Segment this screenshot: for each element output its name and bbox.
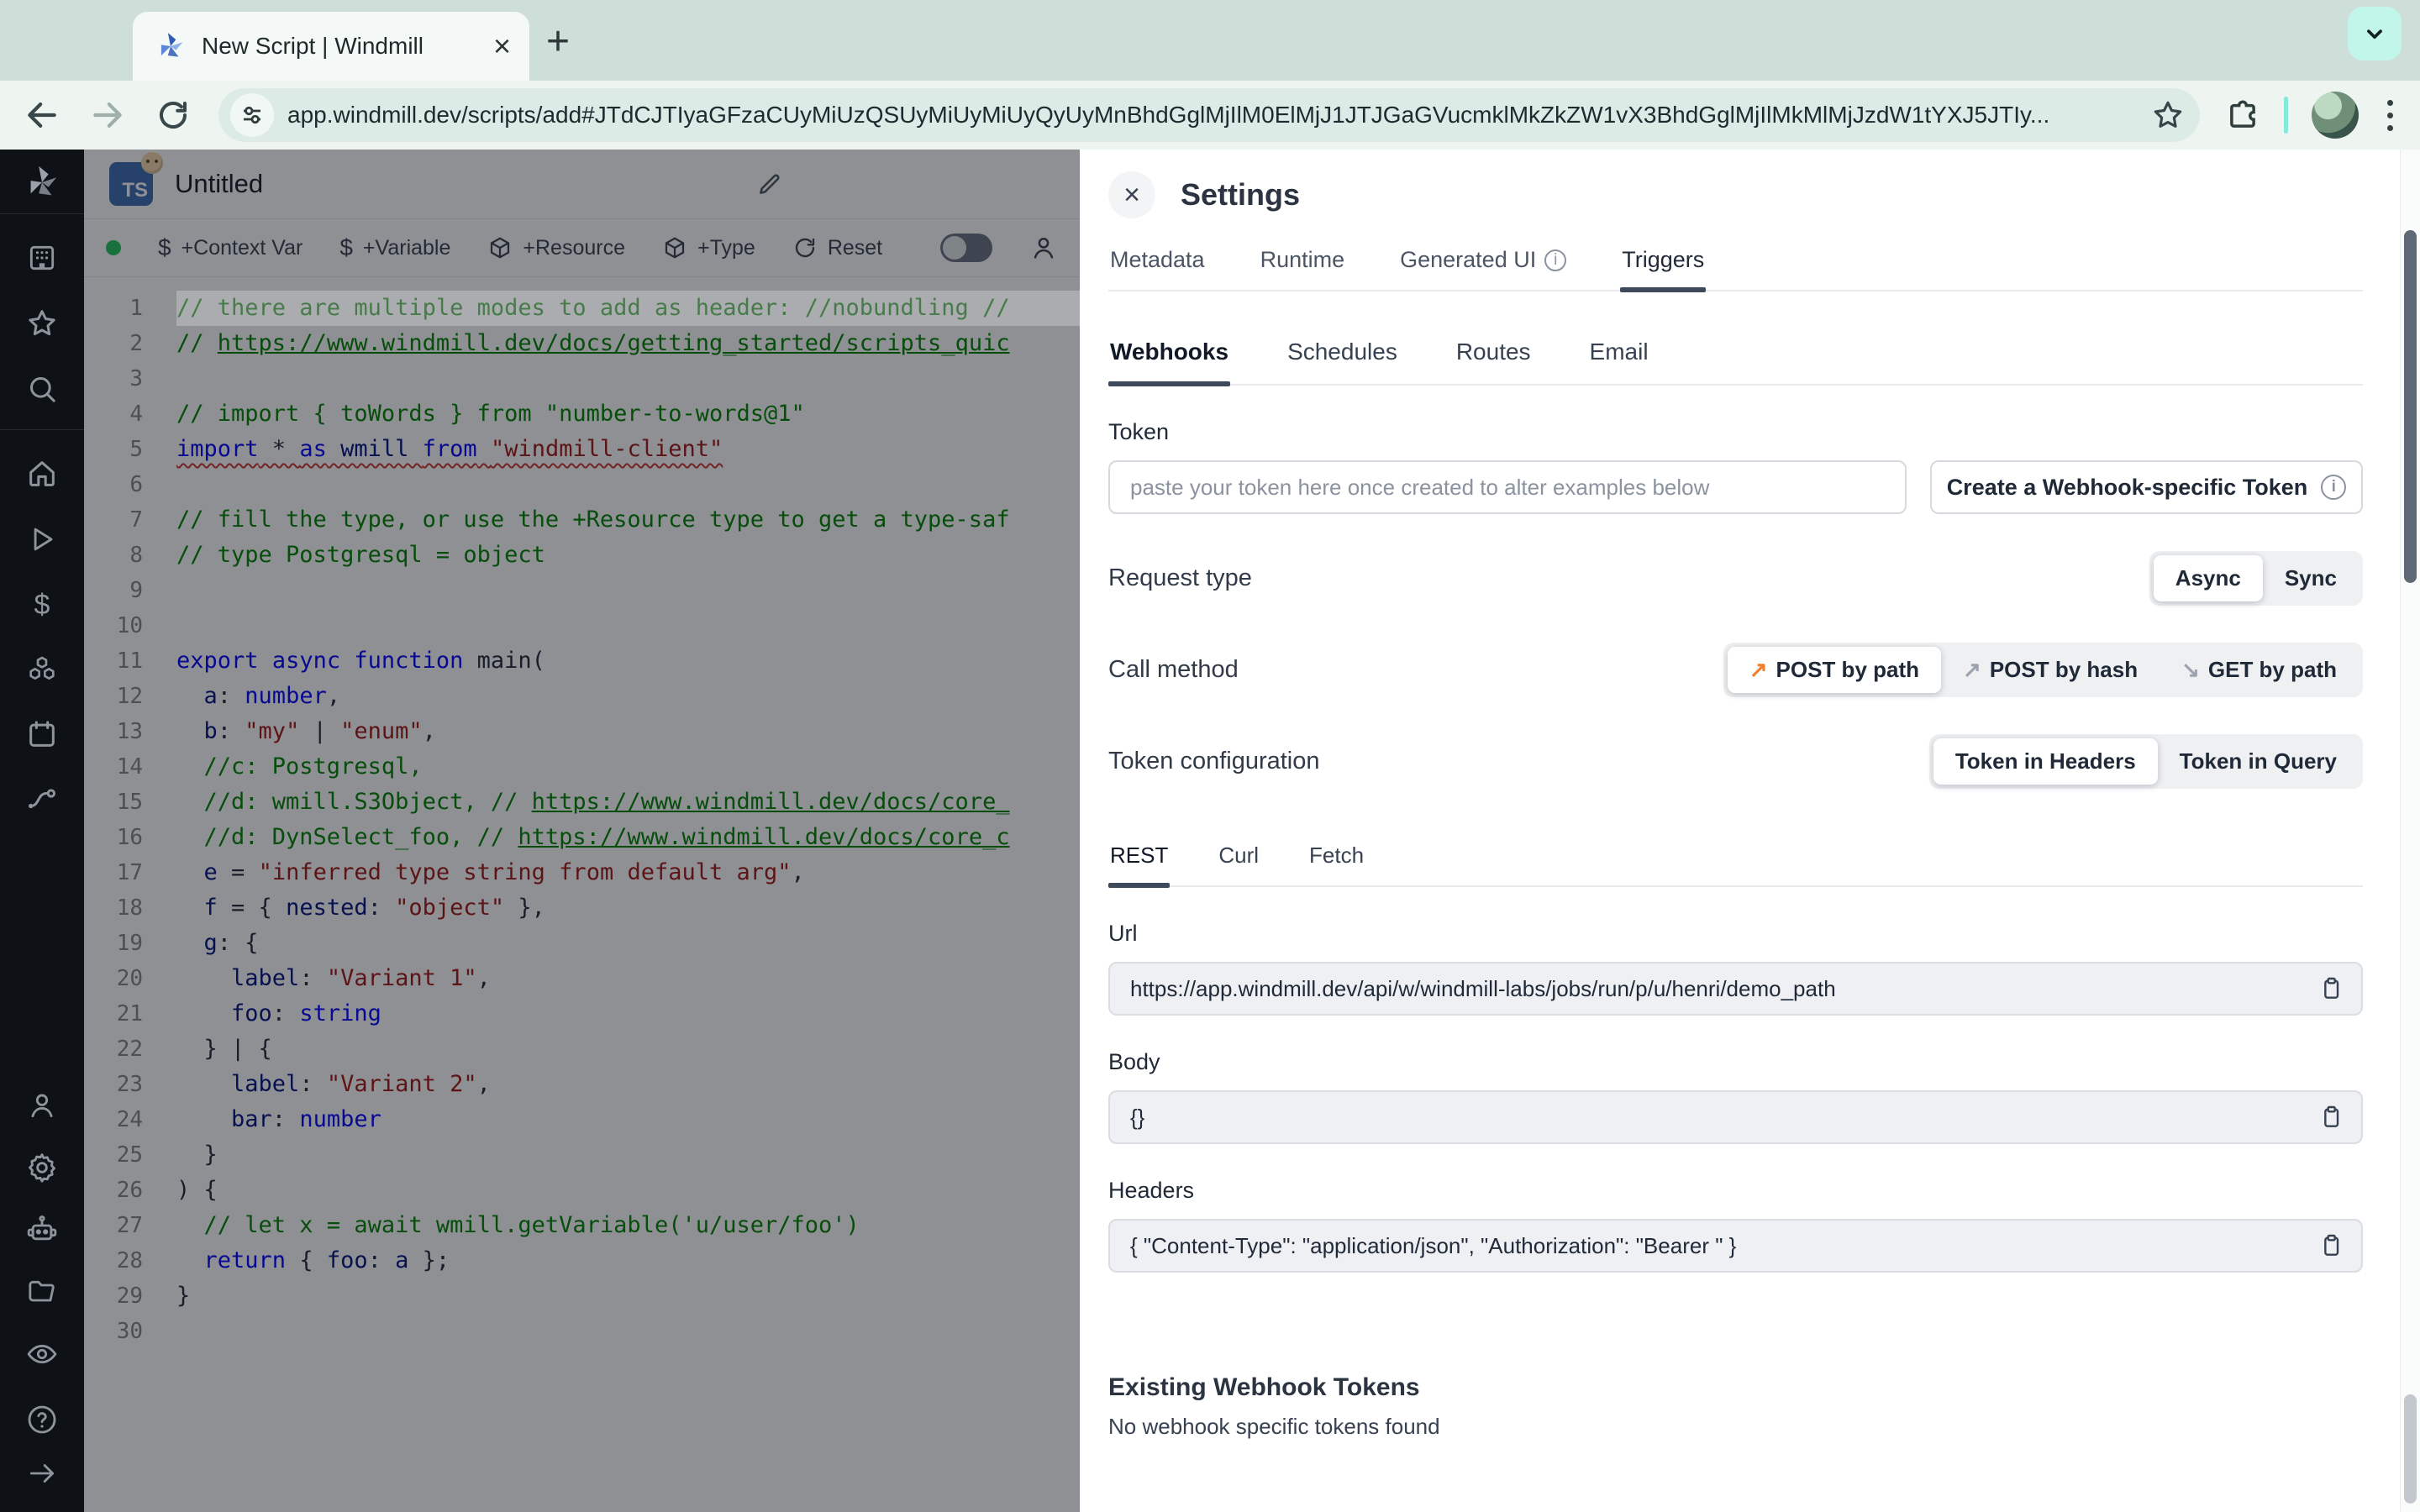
search-icon[interactable] [25,372,59,406]
call-method-option[interactable]: ↘ GET by path [2160,647,2359,693]
home-icon[interactable] [25,457,59,491]
token-label: Token [1108,419,1170,444]
chevron-down-icon [2367,29,2382,39]
body-field[interactable]: {} [1108,1090,2363,1144]
settings-drawer: × Settings Metadata Runtime Generated UI… [1080,150,2420,1512]
headers-field[interactable]: { "Content-Type": "application/json", "A… [1108,1219,2363,1273]
expand-sidebar-arrow-icon[interactable] [25,1457,59,1490]
current-line-highlight [176,291,1080,326]
settings-tab[interactable]: Generated UI i [1398,235,1568,290]
resources-cubes-icon[interactable] [25,654,59,687]
extensions-icon[interactable] [2225,97,2260,133]
profile-avatar[interactable] [2312,92,2359,139]
new-tab-button[interactable]: + [546,18,570,65]
folders-icon[interactable] [25,1275,59,1309]
snippet-tab[interactable]: REST [1108,843,1171,888]
back-arrow-icon [28,102,56,128]
browser-tab[interactable]: New Script | Windmill × [133,12,529,81]
browser-menu-icon[interactable] [2382,95,2398,136]
reload-icon [160,101,187,129]
trigger-tabs: Webhooks Schedules Routes Email [1108,339,2363,386]
close-settings-button[interactable]: × [1108,171,1155,218]
info-icon: i [2321,475,2347,500]
workers-robot-icon[interactable] [25,1213,59,1247]
settings-title: Settings [1181,177,1301,212]
trigger-tab[interactable]: Webhooks [1108,339,1231,386]
toolbar-separator [2284,97,2288,134]
workspace-building-icon[interactable] [25,241,59,275]
forward-arrow-icon [93,102,122,128]
editor-dim-overlay [84,150,1080,1512]
headers-label: Headers [1108,1178,1195,1203]
help-icon[interactable] [25,1403,59,1436]
existing-tokens-empty: No webhook specific tokens found [1108,1414,1440,1439]
variables-dollar-icon[interactable]: $ [25,588,59,622]
token-config-option[interactable]: Token in Query [2158,738,2359,785]
settings-tab[interactable]: Metadata [1108,235,1207,290]
windmill-favicon [155,30,187,62]
browser-toolbar: app.windmill.dev/scripts/add#JTdCJTIyaGF… [0,81,2420,150]
token-config-segmented: Token in Headers Token in Query [1928,734,2363,789]
trigger-tab[interactable]: Schedules [1286,339,1399,384]
trigger-tab[interactable]: Routes [1455,339,1533,384]
audit-eye-icon[interactable] [25,1337,59,1371]
token-config-option[interactable]: Token in Headers [1933,738,2158,785]
create-webhook-token-button[interactable]: Create a Webhook-specific Token i [1930,460,2363,514]
existing-tokens-heading: Existing Webhook Tokens [1108,1373,1420,1401]
forward-button[interactable] [87,95,128,135]
back-button[interactable] [22,95,62,135]
request-type-segmented: Async Sync [2149,551,2363,606]
settings-scrollbar[interactable] [2400,150,2420,1512]
arrow-icon: ↗ [1963,657,1981,682]
request-type-label: Request type [1108,564,1252,591]
settings-gear-icon[interactable] [25,1151,59,1184]
scrollbar-thumb[interactable] [2404,230,2417,583]
snippet-tab[interactable]: Curl [1217,843,1260,885]
user-icon[interactable] [25,1089,59,1122]
clipboard-icon[interactable] [2317,1104,2344,1131]
bookmark-star-icon[interactable] [2151,98,2185,132]
tab-title: New Script | Windmill [202,33,424,59]
clipboard-icon[interactable] [2317,975,2344,1002]
schedules-calendar-icon[interactable] [25,717,59,751]
arrow-icon: ↘ [2181,657,2200,682]
call-method-option[interactable]: ↗ POST by hash [1941,647,2160,693]
arrow-icon: ↗ [1749,657,1768,682]
site-settings-icon[interactable] [230,93,274,137]
script-editor: TS Untitled $ +Context Var $ +Variable +… [84,150,1080,1512]
clipboard-icon[interactable] [2317,1232,2344,1259]
token-input[interactable] [1108,460,1907,514]
url-text[interactable]: app.windmill.dev/scripts/add#JTdCJTIyaGF… [287,102,2138,129]
request-type-option[interactable]: Async [2153,555,2263,601]
url-bar[interactable]: app.windmill.dev/scripts/add#JTdCJTIyaGF… [218,88,2200,142]
tab-search-chevron-button[interactable] [2348,7,2402,60]
call-method-label: Call method [1108,656,1239,683]
windmill-logo[interactable] [0,150,84,214]
browser-tabstrip: New Script | Windmill × + [0,0,2420,81]
scrollbar-thumb-secondary[interactable] [2404,1394,2417,1504]
request-type-option[interactable]: Sync [2263,555,2359,601]
call-method-segmented: ↗ POST by path ↗ POST by hash ↘ GET by path [1723,643,2363,697]
favorites-star-icon[interactable] [25,307,59,340]
routes-icon[interactable] [25,783,59,816]
body-label: Body [1108,1049,1160,1074]
call-method-option[interactable]: ↗ POST by path [1727,647,1942,693]
token-config-label: Token configuration [1108,748,1320,774]
snippet-tab[interactable]: Fetch [1307,843,1365,885]
toolbar-right [2225,92,2398,139]
snippet-tabs: REST Curl Fetch [1108,843,2363,888]
url-label: Url [1108,921,1138,946]
reload-button[interactable] [153,95,193,135]
url-field[interactable]: https://app.windmill.dev/api/w/windmill-… [1108,962,2363,1016]
settings-tabs: Metadata Runtime Generated UI i Triggers [1108,235,2363,292]
runs-play-icon[interactable] [25,522,59,556]
app-sidebar: $ [0,150,84,1512]
settings-tab[interactable]: Runtime [1259,235,1347,290]
settings-tab[interactable]: Triggers [1620,235,1707,292]
trigger-tab[interactable]: Email [1588,339,1650,384]
tab-close-icon[interactable]: × [493,31,511,61]
